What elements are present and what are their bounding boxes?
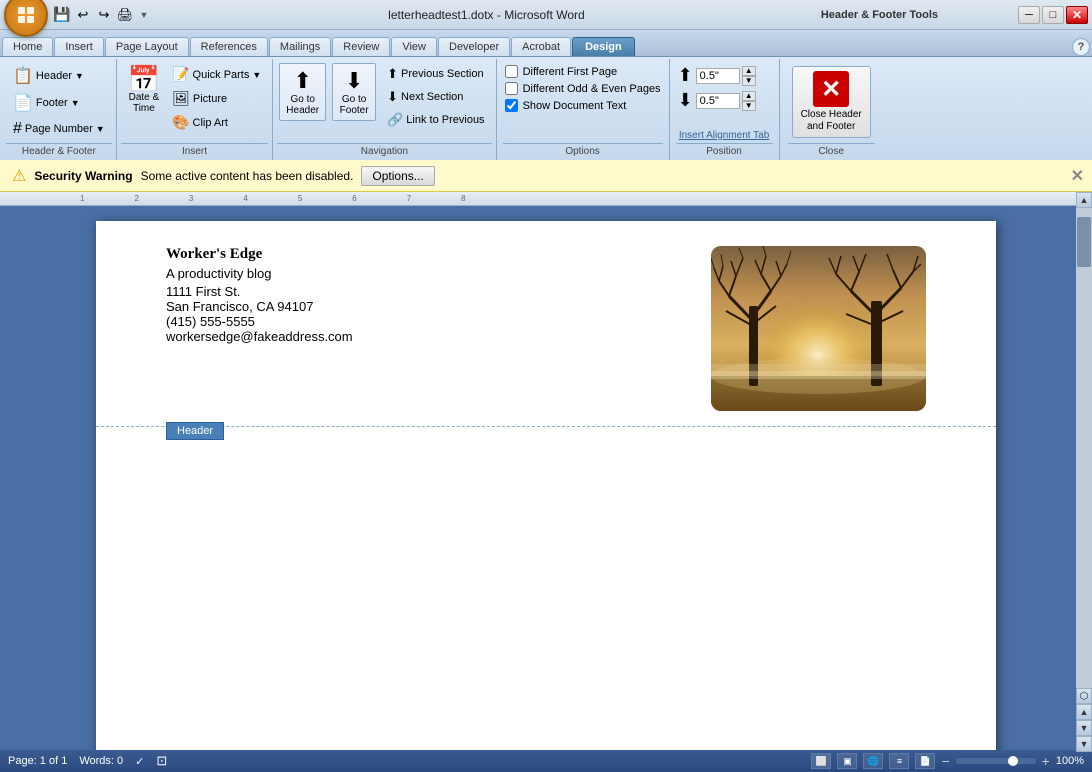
header-pos-up[interactable]: ▲ — [742, 66, 756, 76]
scroll-thumb[interactable] — [1077, 217, 1091, 267]
minimize-btn[interactable]: ─ — [1018, 6, 1040, 24]
view-draft-btn[interactable]: 📄 — [915, 753, 935, 769]
tab-mailings[interactable]: Mailings — [269, 37, 331, 56]
save-quick-btn[interactable]: 💾 — [52, 5, 72, 25]
footer-button[interactable]: 📄 Footer ▼ — [8, 90, 110, 116]
close-group-label: Close — [788, 143, 875, 158]
tab-page-layout[interactable]: Page Layout — [105, 37, 189, 56]
header-footer-group: 📋 Header ▼ 📄 Footer ▼ # Page Number ▼ — [2, 59, 117, 160]
maximize-btn[interactable]: □ — [1042, 6, 1064, 24]
clip-art-button[interactable]: 🎨Clip Art — [167, 111, 266, 134]
tab-design[interactable]: Design — [572, 37, 635, 56]
quick-parts-button[interactable]: 📝Quick Parts ▼ — [167, 63, 266, 86]
security-options-button[interactable]: Options... — [361, 166, 434, 186]
document-body[interactable] — [96, 427, 996, 752]
company-info: Worker's Edge A productivity blog 1111 F… — [166, 246, 353, 344]
navigation-group-label: Navigation — [277, 143, 491, 158]
view-print-btn[interactable]: ⬜ — [811, 753, 831, 769]
zoom-slider-track[interactable] — [956, 758, 1036, 764]
tab-view[interactable]: View — [391, 37, 437, 56]
horizontal-ruler: 12345678 — [0, 192, 1076, 206]
date-time-button[interactable]: 📅 Date &Time — [123, 63, 165, 117]
zoom-level[interactable]: 100% — [1056, 755, 1084, 767]
next-section-button[interactable]: ⬇Next Section — [382, 86, 489, 108]
security-warning-title: Security Warning — [34, 169, 132, 183]
scroll-prev-page-btn[interactable]: ▲ — [1076, 704, 1092, 720]
insert-group: 📅 Date &Time 📝Quick Parts ▼ 🖼Picture 🎨Cl… — [117, 59, 274, 160]
close-header-footer-button[interactable]: ✕ Close Headerand Footer — [792, 66, 871, 138]
insert-group-label: Insert — [121, 143, 269, 158]
footer-position-input[interactable] — [696, 93, 740, 109]
word-count: Words: 0 — [79, 755, 123, 767]
scroll-track — [1076, 208, 1092, 688]
header-button[interactable]: 📋 Header ▼ — [8, 63, 110, 89]
header-image — [711, 246, 926, 411]
different-odd-even-checkbox[interactable]: Different Odd & Even Pages — [505, 82, 661, 95]
close-btn[interactable]: ✕ — [1066, 6, 1088, 24]
company-address2: San Francisco, CA 94107 — [166, 299, 353, 314]
company-tagline: A productivity blog — [166, 266, 353, 281]
security-bar: ⚠ Security Warning Some active content h… — [0, 160, 1092, 192]
different-first-page-checkbox[interactable]: Different First Page — [505, 65, 661, 78]
status-bar: Page: 1 of 1 Words: 0 ✓ ⊡ ⬜ ▣ 🌐 ≡ 📄 − + … — [0, 750, 1092, 772]
print-quick-btn[interactable]: 🖨 — [115, 5, 135, 25]
track-changes-icon[interactable]: ⊡ — [156, 753, 167, 769]
company-name: Worker's Edge — [166, 246, 353, 263]
footer-pos-up[interactable]: ▲ — [742, 91, 756, 101]
undo-quick-btn[interactable]: ↩ — [73, 5, 93, 25]
tab-review[interactable]: Review — [332, 37, 390, 56]
tab-developer[interactable]: Developer — [438, 37, 510, 56]
document-page: Worker's Edge A productivity blog 1111 F… — [96, 221, 996, 752]
page-number-button[interactable]: # Page Number ▼ — [8, 117, 110, 141]
scroll-down-btn[interactable]: ▼ — [1076, 736, 1092, 752]
position-group: ⬆ ▲ ▼ ⬇ — [670, 59, 780, 160]
footer-pos-down[interactable]: ▼ — [742, 101, 756, 111]
view-web-btn[interactable]: 🌐 — [863, 753, 883, 769]
insert-alignment-tab-stop[interactable]: Insert Alignment Tab — [676, 128, 773, 143]
help-btn[interactable]: ? — [1072, 38, 1090, 56]
previous-section-button[interactable]: ⬆Previous Section — [382, 63, 489, 85]
zoom-in-btn[interactable]: + — [1042, 753, 1050, 769]
security-bar-close-btn[interactable]: ✕ — [1071, 166, 1084, 186]
security-warning-message: Some active content has been disabled. — [141, 169, 354, 183]
security-warning-icon: ⚠ — [12, 166, 26, 186]
tab-home[interactable]: Home — [2, 37, 53, 56]
company-address1: 1111 First St. — [166, 284, 353, 299]
select-objects-btn[interactable]: ⬡ — [1076, 688, 1092, 704]
go-to-footer-button[interactable]: ⬇ Go toFooter — [332, 63, 376, 121]
close-group: ✕ Close Headerand Footer Close — [780, 59, 883, 160]
tab-references[interactable]: References — [190, 37, 268, 56]
proofing-icon[interactable]: ✓ — [135, 755, 144, 768]
view-outline-btn[interactable]: ≡ — [889, 753, 909, 769]
link-to-previous-button[interactable]: 🔗Link to Previous — [382, 109, 489, 131]
tab-acrobat[interactable]: Acrobat — [511, 37, 571, 56]
header-position-input[interactable] — [696, 68, 740, 84]
scroll-up-btn[interactable]: ▲ — [1076, 192, 1092, 208]
qa-dropdown[interactable]: ▼ — [136, 5, 152, 25]
vertical-scrollbar[interactable]: ▲ ⬡ ▲ ▼ ▼ — [1076, 192, 1092, 752]
position-group-label: Position — [676, 143, 773, 158]
company-phone: (415) 555-5555 — [166, 314, 353, 329]
document-area: ▲ ⬡ ▲ ▼ ▼ 12345678 Worker's Edge A produ… — [0, 192, 1092, 752]
tab-insert[interactable]: Insert — [54, 37, 104, 56]
show-document-text-checkbox[interactable]: Show Document Text — [505, 99, 661, 112]
header-footer-tools-badge: Header & Footer Tools — [821, 9, 938, 21]
header-label: Header — [166, 422, 224, 440]
options-group: Different First Page Different Odd & Eve… — [497, 59, 670, 160]
header-pos-down[interactable]: ▼ — [742, 76, 756, 86]
scroll-next-page-btn[interactable]: ▼ — [1076, 720, 1092, 736]
company-email: workersedge@fakeaddress.com — [166, 329, 353, 344]
redo-quick-btn[interactable]: ↪ — [94, 5, 114, 25]
navigation-group: ⬆ Go toHeader ⬇ Go toFooter ⬆Previous Se… — [273, 59, 496, 160]
zoom-out-btn[interactable]: − — [941, 753, 949, 769]
view-full-screen-btn[interactable]: ▣ — [837, 753, 857, 769]
options-group-label: Options — [503, 143, 663, 158]
go-to-header-button[interactable]: ⬆ Go toHeader — [279, 63, 326, 121]
picture-button[interactable]: 🖼Picture — [167, 87, 266, 110]
document-header: Worker's Edge A productivity blog 1111 F… — [96, 221, 996, 427]
header-footer-group-label: Header & Footer — [6, 143, 112, 158]
zoom-slider-thumb[interactable] — [1008, 756, 1018, 766]
title-text: letterheadtest1.dotx - Microsoft Word — [152, 8, 821, 22]
page-indicator: Page: 1 of 1 — [8, 755, 67, 767]
